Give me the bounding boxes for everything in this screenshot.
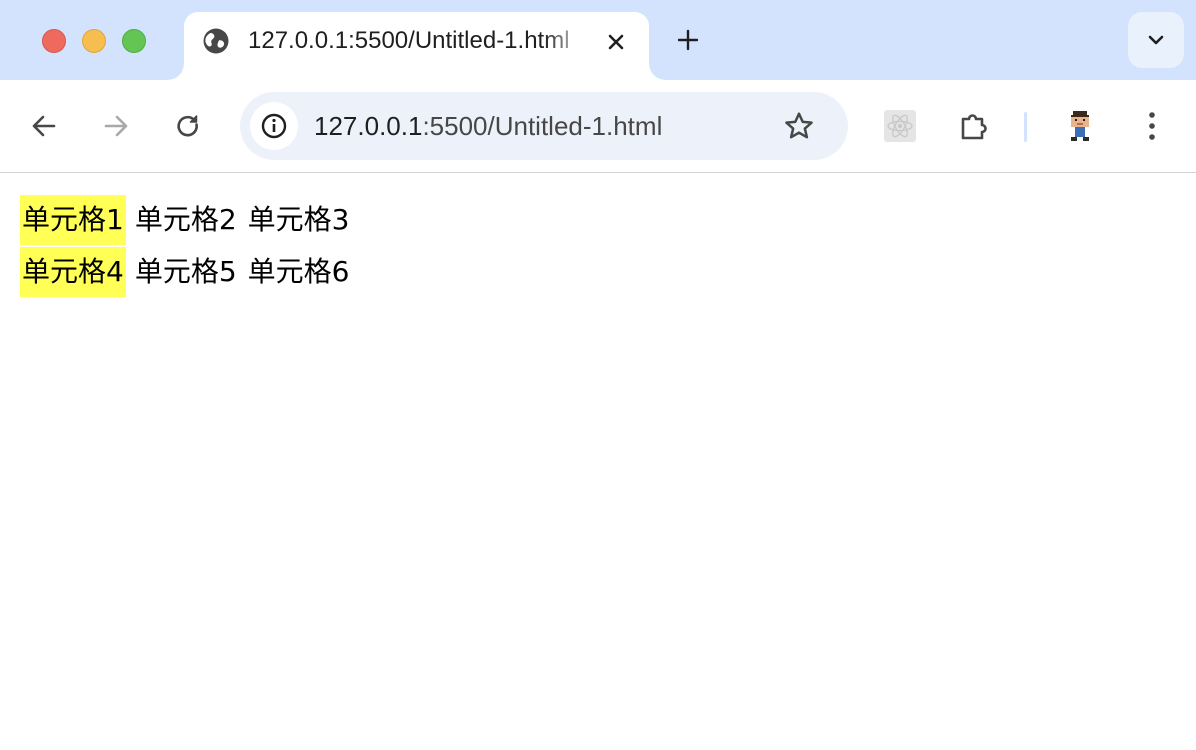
new-tab-button[interactable]	[670, 22, 706, 58]
browser-toolbar: 127.0.0.1:5500/Untitled-1.html	[0, 80, 1196, 173]
tab-search-button[interactable]	[1128, 12, 1184, 68]
plus-icon	[677, 29, 699, 51]
avatar-icon	[1071, 111, 1089, 141]
table-cell: 单元格5	[134, 255, 237, 288]
globe-icon	[201, 26, 231, 56]
bookmark-button[interactable]	[781, 108, 817, 144]
table-row: 单元格4 单元格5 单元格6	[20, 246, 358, 298]
reload-icon	[177, 115, 198, 137]
arrow-left-icon	[32, 115, 56, 137]
chevron-down-icon	[1148, 35, 1164, 45]
profile-button[interactable]	[1060, 106, 1100, 146]
table-cell: 单元格3	[247, 203, 350, 236]
toolbar-separator	[1024, 112, 1027, 142]
table-cell: 单元格2	[134, 203, 237, 236]
tab-strip: 127.0.0.1:5500/Untitled-1.html	[0, 0, 1196, 80]
maximize-window-button[interactable]	[122, 29, 146, 53]
puzzle-icon	[961, 114, 987, 140]
active-tab[interactable]: 127.0.0.1:5500/Untitled-1.html	[168, 12, 665, 80]
more-vertical-icon	[1149, 112, 1155, 140]
page-content: 单元格1 单元格2 单元格3 单元格4 单元格5 单元格6	[20, 194, 358, 298]
arrow-right-icon	[104, 115, 128, 137]
menu-button[interactable]	[1134, 108, 1170, 144]
table-cell: 单元格6	[247, 255, 350, 288]
url-host: 127.0.0.1	[314, 111, 423, 141]
close-window-button[interactable]	[42, 29, 66, 53]
react-icon	[884, 110, 916, 142]
close-tab-icon[interactable]	[601, 27, 631, 57]
react-devtools-extension[interactable]	[880, 106, 920, 146]
info-icon	[261, 113, 287, 139]
table-cell: 单元格1	[20, 195, 126, 245]
star-icon	[785, 112, 813, 139]
url-path: :5500/Untitled-1.html	[422, 111, 663, 141]
table-row: 单元格1 单元格2 单元格3	[20, 194, 358, 246]
reload-button[interactable]	[170, 108, 206, 144]
table-cell: 单元格4	[20, 247, 126, 297]
tab-title: 127.0.0.1:5500/Untitled-1.html	[248, 27, 570, 54]
back-button[interactable]	[26, 108, 62, 144]
minimize-window-button[interactable]	[82, 29, 106, 53]
url-text[interactable]: 127.0.0.1:5500/Untitled-1.html	[314, 109, 662, 143]
site-info-button[interactable]	[250, 102, 298, 150]
forward-button[interactable]	[98, 108, 134, 144]
extensions-button[interactable]	[954, 106, 994, 146]
address-bar[interactable]: 127.0.0.1:5500/Untitled-1.html	[240, 92, 848, 160]
